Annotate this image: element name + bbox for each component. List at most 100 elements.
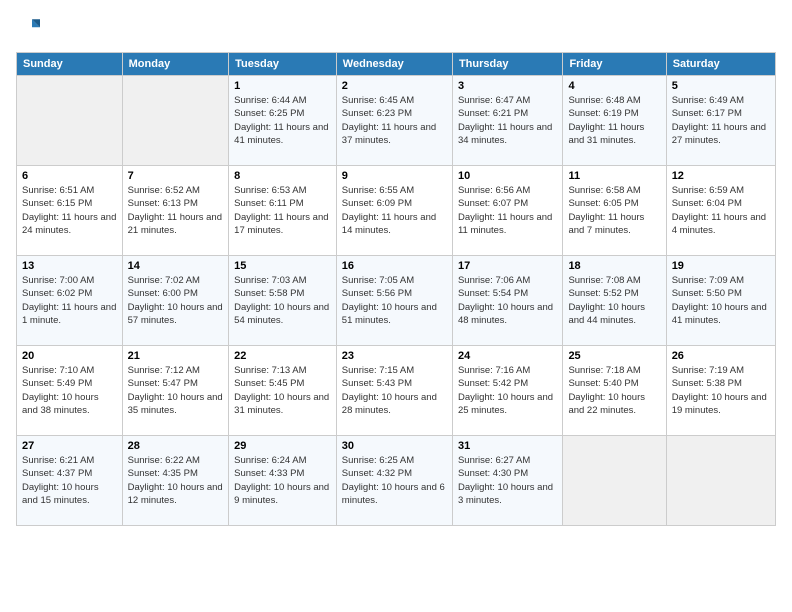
calendar-cell: 3 Sunrise: 6:47 AMSunset: 6:21 PMDaylight… [452,76,562,166]
calendar-cell: 8 Sunrise: 6:53 AMSunset: 6:11 PMDaylight… [229,166,337,256]
day-number: 8 [234,170,331,182]
calendar-cell: 6 Sunrise: 6:51 AMSunset: 6:15 PMDaylight… [17,166,123,256]
calendar-cell: 25 Sunrise: 7:18 AMSunset: 5:40 PMDayligh… [563,346,666,436]
calendar-cell: 13 Sunrise: 7:00 AMSunset: 6:02 PMDayligh… [17,256,123,346]
calendar-week-row: 6 Sunrise: 6:51 AMSunset: 6:15 PMDaylight… [17,166,776,256]
day-detail: Sunrise: 7:19 AMSunset: 5:38 PMDaylight:… [672,364,770,417]
day-number: 16 [342,260,447,272]
weekday-header: Friday [563,53,666,76]
day-detail: Sunrise: 6:25 AMSunset: 4:32 PMDaylight:… [342,454,447,507]
calendar-week-row: 20 Sunrise: 7:10 AMSunset: 5:49 PMDayligh… [17,346,776,436]
day-number: 3 [458,80,557,92]
calendar-cell: 29 Sunrise: 6:24 AMSunset: 4:33 PMDayligh… [229,436,337,526]
day-detail: Sunrise: 6:27 AMSunset: 4:30 PMDaylight:… [458,454,557,507]
day-detail: Sunrise: 6:58 AMSunset: 6:05 PMDaylight:… [568,184,660,237]
day-detail: Sunrise: 7:10 AMSunset: 5:49 PMDaylight:… [22,364,117,417]
calendar-cell: 4 Sunrise: 6:48 AMSunset: 6:19 PMDaylight… [563,76,666,166]
day-detail: Sunrise: 6:56 AMSunset: 6:07 PMDaylight:… [458,184,557,237]
weekday-header: Saturday [666,53,775,76]
calendar-cell: 24 Sunrise: 7:16 AMSunset: 5:42 PMDayligh… [452,346,562,436]
day-number: 20 [22,350,117,362]
day-number: 11 [568,170,660,182]
day-detail: Sunrise: 6:24 AMSunset: 4:33 PMDaylight:… [234,454,331,507]
calendar-cell: 31 Sunrise: 6:27 AMSunset: 4:30 PMDayligh… [452,436,562,526]
day-number: 4 [568,80,660,92]
day-number: 25 [568,350,660,362]
day-detail: Sunrise: 7:09 AMSunset: 5:50 PMDaylight:… [672,274,770,327]
day-number: 26 [672,350,770,362]
day-detail: Sunrise: 7:13 AMSunset: 5:45 PMDaylight:… [234,364,331,417]
day-detail: Sunrise: 7:16 AMSunset: 5:42 PMDaylight:… [458,364,557,417]
day-detail: Sunrise: 7:02 AMSunset: 6:00 PMDaylight:… [128,274,224,327]
calendar-cell: 17 Sunrise: 7:06 AMSunset: 5:54 PMDayligh… [452,256,562,346]
day-number: 28 [128,440,224,452]
day-detail: Sunrise: 6:22 AMSunset: 4:35 PMDaylight:… [128,454,224,507]
day-number: 14 [128,260,224,272]
day-number: 13 [22,260,117,272]
calendar-cell: 26 Sunrise: 7:19 AMSunset: 5:38 PMDayligh… [666,346,775,436]
day-detail: Sunrise: 6:47 AMSunset: 6:21 PMDaylight:… [458,94,557,147]
calendar-cell: 28 Sunrise: 6:22 AMSunset: 4:35 PMDayligh… [122,436,229,526]
weekday-header: Wednesday [336,53,452,76]
day-number: 12 [672,170,770,182]
day-number: 22 [234,350,331,362]
calendar-cell: 20 Sunrise: 7:10 AMSunset: 5:49 PMDayligh… [17,346,123,436]
day-number: 17 [458,260,557,272]
weekday-header-row: SundayMondayTuesdayWednesdayThursdayFrid… [17,53,776,76]
day-detail: Sunrise: 6:52 AMSunset: 6:13 PMDaylight:… [128,184,224,237]
calendar-cell: 22 Sunrise: 7:13 AMSunset: 5:45 PMDayligh… [229,346,337,436]
day-number: 1 [234,80,331,92]
calendar-cell: 19 Sunrise: 7:09 AMSunset: 5:50 PMDayligh… [666,256,775,346]
calendar-cell: 5Sunrise: 6:49 AMSunset: 6:17 PMDaylight… [666,76,775,166]
day-detail: Sunrise: 6:59 AMSunset: 6:04 PMDaylight:… [672,184,770,237]
day-number: 31 [458,440,557,452]
day-detail: Sunrise: 7:05 AMSunset: 5:56 PMDaylight:… [342,274,447,327]
calendar-cell [122,76,229,166]
day-detail: Sunrise: 6:44 AMSunset: 6:25 PMDaylight:… [234,94,331,147]
day-detail: Sunrise: 6:51 AMSunset: 6:15 PMDaylight:… [22,184,117,237]
day-detail: Sunrise: 7:06 AMSunset: 5:54 PMDaylight:… [458,274,557,327]
day-detail: Sunrise: 7:15 AMSunset: 5:43 PMDaylight:… [342,364,447,417]
calendar-cell: 12 Sunrise: 6:59 AMSunset: 6:04 PMDayligh… [666,166,775,256]
day-detail: Sunrise: 6:49 AMSunset: 6:17 PMDaylight:… [672,94,770,147]
calendar-week-row: 13 Sunrise: 7:00 AMSunset: 6:02 PMDayligh… [17,256,776,346]
day-number: 10 [458,170,557,182]
day-number: 27 [22,440,117,452]
day-detail: Sunrise: 7:08 AMSunset: 5:52 PMDaylight:… [568,274,660,327]
day-number: 7 [128,170,224,182]
day-number: 19 [672,260,770,272]
weekday-header: Monday [122,53,229,76]
calendar-cell: 16 Sunrise: 7:05 AMSunset: 5:56 PMDayligh… [336,256,452,346]
calendar-cell [17,76,123,166]
calendar-cell: 7 Sunrise: 6:52 AMSunset: 6:13 PMDaylight… [122,166,229,256]
calendar-cell [666,436,775,526]
calendar-cell [563,436,666,526]
calendar-cell: 9 Sunrise: 6:55 AMSunset: 6:09 PMDaylight… [336,166,452,256]
weekday-header: Thursday [452,53,562,76]
day-detail: Sunrise: 7:18 AMSunset: 5:40 PMDaylight:… [568,364,660,417]
calendar-cell: 10 Sunrise: 6:56 AMSunset: 6:07 PMDayligh… [452,166,562,256]
day-number: 18 [568,260,660,272]
day-detail: Sunrise: 7:12 AMSunset: 5:47 PMDaylight:… [128,364,224,417]
calendar-cell: 23 Sunrise: 7:15 AMSunset: 5:43 PMDayligh… [336,346,452,436]
weekday-header: Tuesday [229,53,337,76]
weekday-header: Sunday [17,53,123,76]
day-detail: Sunrise: 6:55 AMSunset: 6:09 PMDaylight:… [342,184,447,237]
logo [16,16,44,40]
day-detail: Sunrise: 6:48 AMSunset: 6:19 PMDaylight:… [568,94,660,147]
day-detail: Sunrise: 6:53 AMSunset: 6:11 PMDaylight:… [234,184,331,237]
day-number: 6 [22,170,117,182]
calendar-week-row: 27 Sunrise: 6:21 AMSunset: 4:37 PMDayligh… [17,436,776,526]
day-number: 24 [458,350,557,362]
calendar-cell: 30 Sunrise: 6:25 AMSunset: 4:32 PMDayligh… [336,436,452,526]
day-number: 30 [342,440,447,452]
page-header [16,16,776,40]
calendar-cell: 27 Sunrise: 6:21 AMSunset: 4:37 PMDayligh… [17,436,123,526]
day-number: 15 [234,260,331,272]
calendar-cell: 18 Sunrise: 7:08 AMSunset: 5:52 PMDayligh… [563,256,666,346]
day-detail: Sunrise: 6:21 AMSunset: 4:37 PMDaylight:… [22,454,117,507]
day-detail: Sunrise: 7:00 AMSunset: 6:02 PMDaylight:… [22,274,117,327]
day-number: 9 [342,170,447,182]
day-number: 23 [342,350,447,362]
day-number: 29 [234,440,331,452]
